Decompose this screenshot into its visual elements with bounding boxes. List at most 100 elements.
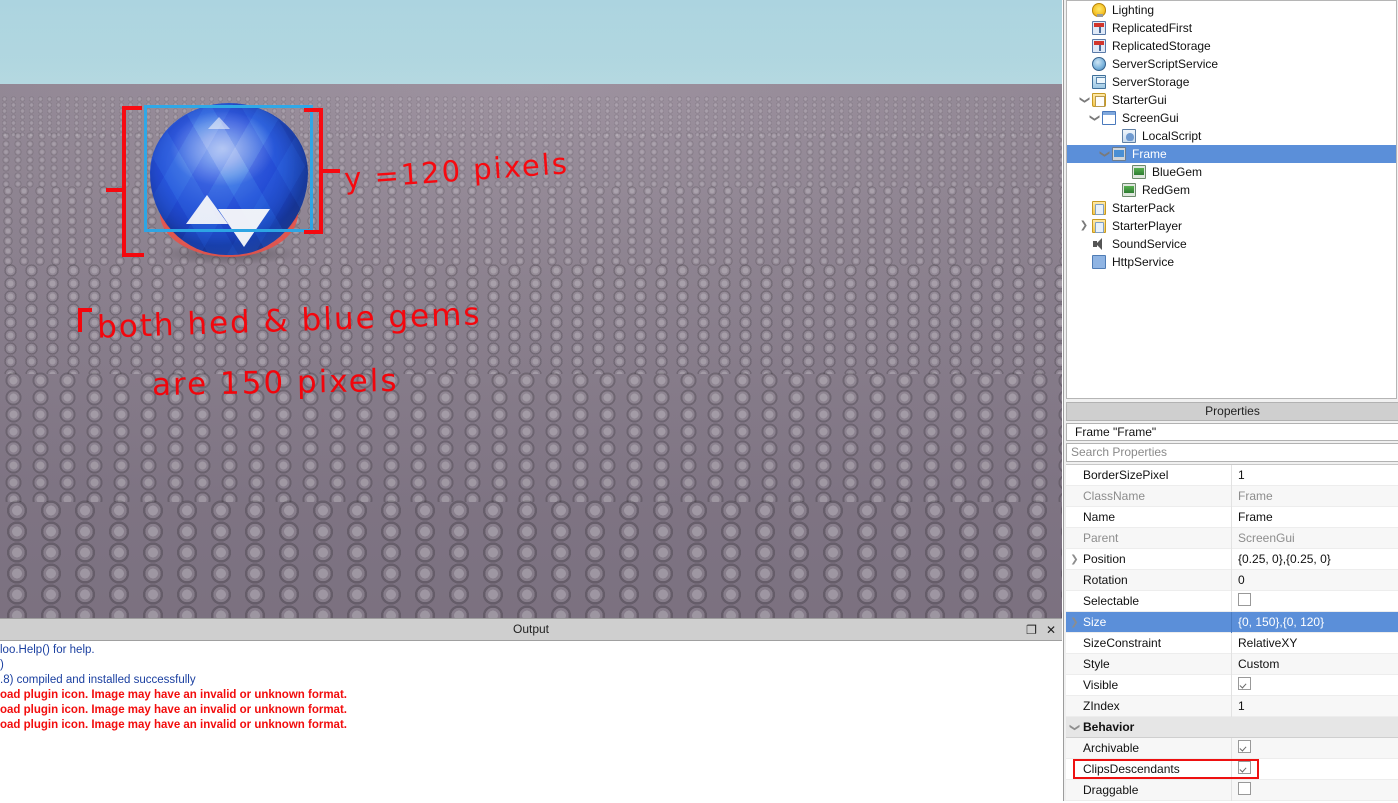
property-value[interactable]: [1231, 758, 1398, 780]
tree-item-soundservice[interactable]: SoundService: [1067, 235, 1396, 253]
tree-item-label: HttpService: [1112, 255, 1175, 269]
tree-item-httpservice[interactable]: HttpService: [1067, 253, 1396, 271]
property-value[interactable]: RelativeXY: [1231, 632, 1398, 654]
tree-item-label: RedGem: [1142, 183, 1191, 197]
output-title-label: Output: [512, 622, 550, 636]
tree-item-frame[interactable]: ❯ Frame: [1067, 145, 1396, 163]
property-row-classname[interactable]: ClassName Frame: [1066, 485, 1398, 507]
tree-item-replicatedstorage[interactable]: ReplicatedStorage: [1067, 37, 1396, 55]
search-properties-input[interactable]: Search Properties: [1066, 443, 1398, 462]
tree-item-starterpack[interactable]: StarterPack: [1067, 199, 1396, 217]
property-row-sizeconstraint[interactable]: SizeConstraint RelativeXY: [1066, 632, 1398, 654]
property-name: Behavior: [1083, 720, 1135, 734]
property-value[interactable]: [1231, 674, 1398, 696]
property-value[interactable]: Frame: [1231, 506, 1398, 528]
tree-item-label: BlueGem: [1152, 165, 1203, 179]
player-icon: [1091, 200, 1107, 216]
output-window-buttons: ❐ ✕: [1026, 619, 1056, 640]
frame-selection-box[interactable]: [144, 105, 313, 232]
property-row-visible[interactable]: Visible: [1066, 674, 1398, 696]
property-value[interactable]: [1231, 590, 1398, 612]
sstore-icon: [1091, 74, 1107, 90]
output-line: ): [0, 659, 4, 671]
checkbox-icon[interactable]: [1238, 781, 1251, 795]
property-row-style[interactable]: Style Custom: [1066, 653, 1398, 675]
tree-item-label: ReplicatedStorage: [1112, 39, 1211, 53]
output-line: oad plugin icon. Image may have an inval…: [0, 719, 347, 731]
property-name: Name: [1083, 510, 1116, 524]
tree-item-label: StarterPack: [1112, 201, 1175, 215]
checkbox-icon[interactable]: [1238, 760, 1251, 774]
chevron-right-icon[interactable]: ❯: [1077, 217, 1091, 235]
sss-icon: [1091, 56, 1107, 72]
frame-icon: [1111, 146, 1127, 162]
output-line: .8) compiled and installed successfully: [0, 674, 196, 686]
tree-item-localscript[interactable]: LocalScript: [1067, 127, 1396, 145]
chevron-right-icon[interactable]: ❯: [1066, 554, 1083, 565]
property-name: Position: [1083, 552, 1126, 566]
property-value[interactable]: Custom: [1231, 653, 1398, 675]
tree-item-label: Lighting: [1112, 3, 1155, 17]
tree-item-redgem[interactable]: RedGem: [1067, 181, 1396, 199]
output-log-body[interactable]: loo.Help() for help.) .8) compiled and in…: [0, 641, 1062, 803]
property-row-selectable[interactable]: Selectable: [1066, 590, 1398, 612]
property-name: Visible: [1083, 678, 1119, 692]
tree-item-starterplayer[interactable]: ❯ StarterPlayer: [1067, 217, 1396, 235]
tree-item-label: ServerScriptService: [1112, 57, 1219, 71]
lighting-icon: [1091, 2, 1107, 18]
property-value[interactable]: {0.25, 0},{0.25, 0}: [1231, 548, 1398, 570]
tree-item-screengui[interactable]: ❯ ScreenGui: [1067, 109, 1396, 127]
properties-title-label: Properties: [1205, 404, 1260, 418]
property-row-bordersizepixel[interactable]: BorderSizePixel 1: [1066, 464, 1398, 486]
property-row-behavior[interactable]: ❯ Behavior: [1066, 717, 1398, 738]
property-value[interactable]: [1231, 779, 1398, 801]
restore-icon[interactable]: ❐: [1026, 624, 1037, 636]
tree-item-startergui[interactable]: ❯ StarterGui: [1067, 91, 1396, 109]
property-value[interactable]: Frame: [1231, 485, 1398, 507]
property-row-rotation[interactable]: Rotation 0: [1066, 569, 1398, 591]
property-value[interactable]: 1: [1231, 695, 1398, 717]
checkbox-icon[interactable]: [1238, 676, 1251, 690]
output-line: oad plugin icon. Image may have an inval…: [0, 689, 347, 701]
property-value[interactable]: 1: [1231, 464, 1398, 486]
property-row-clipsdescendants[interactable]: ClipsDescendants: [1066, 758, 1398, 780]
tree-item-label: StarterPlayer: [1112, 219, 1183, 233]
checkbox-icon[interactable]: [1238, 739, 1251, 753]
output-panel: Output ❐ ✕ loo.Help() for help.) .8) comp…: [0, 618, 1062, 803]
chevron-down-icon[interactable]: ❯: [1069, 719, 1080, 736]
close-icon[interactable]: ✕: [1046, 624, 1056, 636]
property-name: Draggable: [1083, 783, 1139, 797]
explorer-tree[interactable]: Lighting ReplicatedFirst ReplicatedStorage…: [1067, 1, 1396, 271]
tree-item-lighting[interactable]: Lighting: [1067, 1, 1396, 19]
property-row-zindex[interactable]: ZIndex 1: [1066, 695, 1398, 717]
checkbox-icon[interactable]: [1238, 592, 1251, 606]
right-dock: Lighting ReplicatedFirst ReplicatedStorage…: [1063, 0, 1398, 801]
tree-item-replicatedfirst[interactable]: ReplicatedFirst: [1067, 19, 1396, 37]
property-value[interactable]: 0: [1231, 569, 1398, 591]
property-value[interactable]: ScreenGui: [1231, 527, 1398, 549]
tree-item-serverscriptservice[interactable]: ServerScriptService: [1067, 55, 1396, 73]
property-row-position[interactable]: ❯ Position {0.25, 0},{0.25, 0}: [1066, 548, 1398, 570]
property-name: ZIndex: [1083, 699, 1120, 713]
baseplate-studs-row6: [0, 500, 1062, 618]
property-name: Style: [1083, 657, 1110, 671]
property-row-name[interactable]: Name Frame: [1066, 506, 1398, 528]
property-row-parent[interactable]: Parent ScreenGui: [1066, 527, 1398, 549]
explorer-panel[interactable]: Lighting ReplicatedFirst ReplicatedStorage…: [1066, 0, 1397, 399]
properties-list[interactable]: BorderSizePixel 1 ClassName Frame Name Frame P…: [1066, 464, 1398, 801]
property-name: SizeConstraint: [1083, 636, 1162, 650]
property-name: ClipsDescendants: [1083, 762, 1180, 776]
annotation-gems-line2: are 150 pixels: [151, 362, 399, 404]
tree-item-label: StarterGui: [1112, 93, 1167, 107]
property-value[interactable]: {0, 150},{0, 120}: [1231, 611, 1398, 633]
repl-icon: [1091, 20, 1107, 36]
tree-item-bluegem[interactable]: BlueGem: [1067, 163, 1396, 181]
property-row-archivable[interactable]: Archivable: [1066, 737, 1398, 759]
property-row-size[interactable]: ❯ Size {0, 150},{0, 120}: [1066, 611, 1398, 633]
property-value[interactable]: [1231, 737, 1398, 759]
tree-item-serverstorage[interactable]: ServerStorage: [1067, 73, 1396, 91]
property-row-draggable[interactable]: Draggable: [1066, 779, 1398, 801]
3d-viewport[interactable]: y =120 pixels both hed & blue gems are 1…: [0, 0, 1062, 618]
tree-item-label: ReplicatedFirst: [1112, 21, 1193, 35]
chevron-right-icon[interactable]: ❯: [1066, 617, 1083, 628]
